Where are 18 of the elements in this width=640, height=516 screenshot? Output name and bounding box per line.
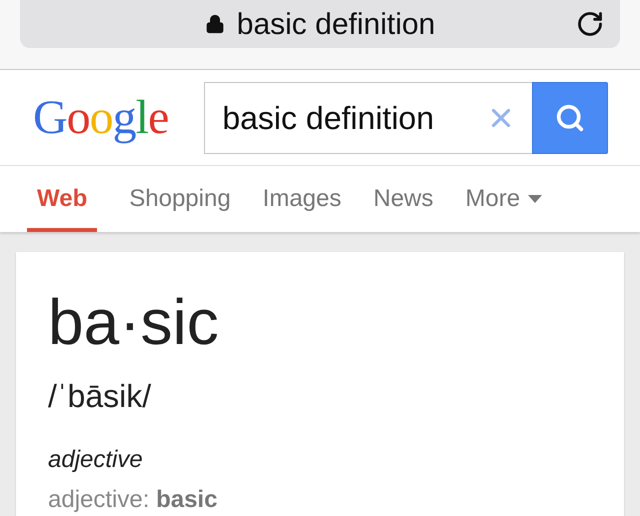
search-tab[interactable]: Images	[262, 166, 342, 232]
search-tab[interactable]: Web	[27, 166, 98, 232]
search-tab[interactable]: More	[465, 166, 542, 232]
search-tab[interactable]: Shopping	[129, 166, 231, 232]
address-text: basic definition	[236, 6, 436, 42]
search-box[interactable]: basic definition	[204, 82, 532, 154]
headword: ba·sic	[48, 290, 220, 354]
search-tab[interactable]: News	[373, 166, 434, 232]
search-button[interactable]	[532, 82, 608, 154]
google-logo: Google	[33, 94, 168, 142]
reload-icon[interactable]	[576, 10, 604, 38]
caret-icon	[528, 195, 542, 203]
pronunciation: /ˈbāsik/	[48, 377, 152, 416]
part-of-speech: adjective	[48, 445, 144, 475]
word-forms: adjective: basic	[48, 485, 218, 515]
search-field[interactable]: basic definition	[222, 94, 486, 142]
address-bar[interactable]: basic definition	[20, 0, 620, 48]
search-icon	[555, 102, 586, 132]
